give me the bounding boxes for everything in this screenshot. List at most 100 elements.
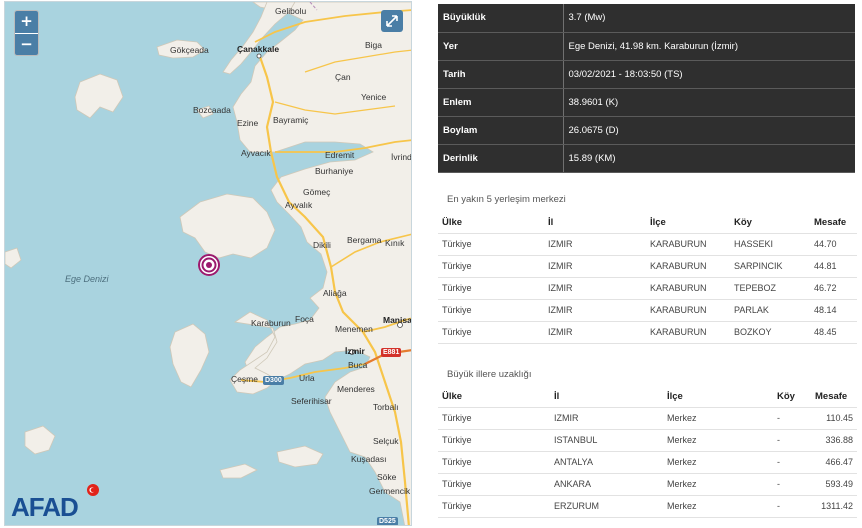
cell-village: PARLAK [730,299,810,322]
cell-distance: 46.72 [810,277,857,300]
map-label-soke: Söke [377,472,397,482]
cell-district: KARABURUN [646,255,730,278]
map-label-edremit: Edremit [325,150,355,160]
cell-country: Türkiye [438,299,544,322]
cell-district: KARABURUN [646,277,730,300]
map-label-ezine: Ezine [237,118,259,128]
table-row: Türkiye IZMIR KARABURUN HASSEKI 44.70 [438,233,857,256]
cell-district: KARABURUN [646,233,730,256]
map-label-gelibolu: Gelibolu [275,6,307,16]
map-label-seferihisar: Seferihisar [291,396,332,406]
cell-village: - [773,407,811,430]
map-label-buca: Buca [348,360,368,370]
col-country: Ülke [438,212,544,234]
epicenter-marker[interactable] [198,254,220,276]
table-header-row: Ülke İl İlçe Köy Mesafe [438,386,857,408]
turkish-flag-icon [87,484,99,496]
map-label-ayvacik: Ayvacık [241,148,271,158]
col-province: İl [544,212,646,234]
map-label-karaburun: Karaburun [251,318,291,328]
map-label-menderes: Menderes [337,384,375,394]
info-value: 3.7 (Mw) [563,4,855,33]
cell-district: Merkez [663,473,773,496]
col-distance: Mesafe [810,212,857,234]
map-label-torbali: Torbalı [373,402,399,412]
map-label-urla: Urla [299,373,315,383]
cell-country: Türkiye [438,233,544,256]
cell-village: HASSEKI [730,233,810,256]
earthquake-map[interactable]: Gelibolu Gökçeada Çanakkale Biga Çan Yen… [4,1,412,526]
map-label-canakkale: Çanakkale [237,44,280,54]
cell-province: ISTANBUL [550,429,663,452]
cell-distance: 44.81 [810,255,857,278]
col-village: Köy [730,212,810,234]
map-label-sea: Ege Denizi [65,274,109,284]
cell-village: - [773,429,811,452]
info-value: 38.9601 (K) [563,88,855,117]
cell-distance: 48.14 [810,299,857,322]
cell-province: ANKARA [550,473,663,496]
cities-caption: Büyük illere uzaklığı [447,369,532,380]
cell-province: IZMIR [550,407,663,430]
table-row: Türkiye ANTALYA Merkez - 466.47 [438,451,857,474]
col-district: İlçe [663,386,773,408]
map-label-yenice: Yenice [361,92,387,102]
col-country: Ülke [438,386,550,408]
map-label-izmir: İzmir [345,346,365,356]
cell-distance: 593.49 [811,473,857,496]
cell-distance: 48.45 [810,321,857,344]
map-label-kusadasi: Kuşadası [351,454,387,464]
zoom-out-button[interactable]: − [15,33,38,55]
table-row: Türkiye ANKARA Merkez - 593.49 [438,473,857,496]
info-value: 15.89 (KM) [563,144,855,173]
cities-table: Ülke İl İlçe Köy Mesafe Türkiye IZMIR Me… [438,386,857,518]
table-row: Türkiye IZMIR Merkez - 110.45 [438,407,857,430]
info-label: Enlem [438,88,564,117]
cell-province: IZMIR [544,299,646,322]
cell-district: Merkez [663,451,773,474]
cell-district: KARABURUN [646,299,730,322]
col-district: İlçe [646,212,730,234]
zoom-control: + − [14,10,39,56]
fullscreen-button[interactable] [381,10,403,32]
afad-logo-text: AFAD [11,492,79,522]
cell-village: TEPEBOZ [730,277,810,300]
cell-village: - [773,495,811,518]
cell-province: ANTALYA [550,451,663,474]
cell-village: SARPINCIK [730,255,810,278]
col-village: Köy [773,386,811,408]
col-province: İl [550,386,663,408]
expand-icon [386,15,398,27]
map-label-menemen: Menemen [335,324,373,334]
map-label-gomec: Gömeç [303,187,331,197]
info-value: 03/02/2021 - 18:03:50 (TS) [563,60,855,89]
map-label-ivrindi: İvrind [391,152,412,162]
nearest-caption: En yakın 5 yerleşim merkezi [447,194,566,205]
table-row: Türkiye IZMIR KARABURUN SARPINCIK 44.81 [438,255,857,278]
cell-province: IZMIR [544,321,646,344]
cell-province: ERZURUM [550,495,663,518]
table-row: Türkiye ISTANBUL Merkez - 336.88 [438,429,857,452]
cell-country: Türkiye [438,255,544,278]
info-label: Büyüklük [438,4,564,33]
cell-distance: 336.88 [811,429,857,452]
map-label-gokceada: Gökçeada [170,45,209,55]
info-row-depth: Derinlik 15.89 (KM) [438,144,855,173]
table-header-row: Ülke İl İlçe Köy Mesafe [438,212,857,234]
cell-district: Merkez [663,407,773,430]
map-label-bozcaada: Bozcaada [193,105,231,115]
table-row: Türkiye IZMIR KARABURUN BOZKOY 48.45 [438,321,857,344]
cell-country: Türkiye [438,277,544,300]
table-row: Türkiye ERZURUM Merkez - 1311.42 [438,495,857,518]
info-row-date: Tarih 03/02/2021 - 18:03:50 (TS) [438,60,855,89]
map-label-germencik: Germencik [369,486,411,496]
info-value: Ege Denizi, 41.98 km. Karaburun (İzmir) [563,32,855,61]
table-row: Türkiye IZMIR KARABURUN PARLAK 48.14 [438,299,857,322]
road-badge-d525: D525 [377,517,398,525]
cell-district: KARABURUN [646,321,730,344]
cell-country: Türkiye [438,473,550,496]
quake-info-table: Büyüklük 3.7 (Mw) Yer Ege Denizi, 41.98 … [438,4,855,173]
road-badge-e881: E881 [381,348,402,357]
info-label: Boylam [438,116,564,145]
zoom-in-button[interactable]: + [15,11,38,33]
